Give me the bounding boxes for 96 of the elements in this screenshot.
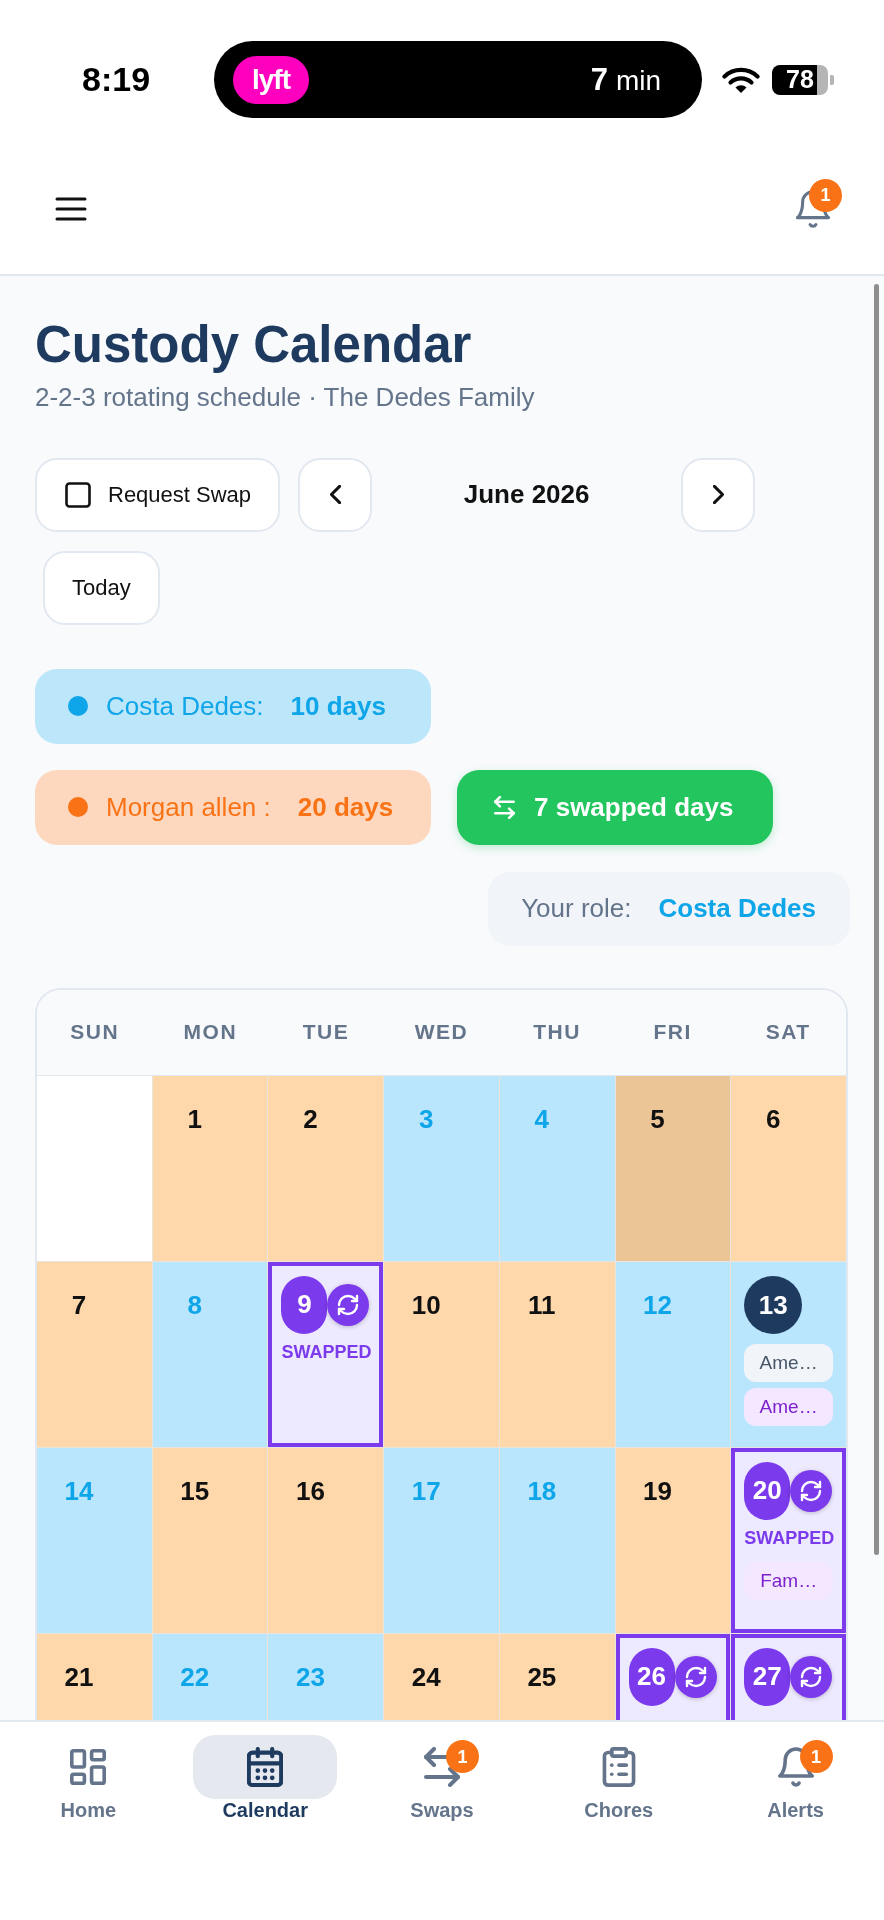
day-cell[interactable]: 2 [268, 1075, 384, 1261]
swapped-label: SWAPPED [281, 1340, 372, 1363]
day-cell[interactable]: 15 [152, 1447, 268, 1633]
day-number: 6 [766, 1105, 781, 1132]
day-number: 17 [411, 1477, 441, 1504]
day-cell[interactable]: 1 [152, 1075, 268, 1261]
day-cell[interactable]: 11 [499, 1261, 615, 1447]
app-logo: lyft [233, 55, 309, 104]
day-number: 13 [744, 1275, 803, 1334]
day-number: 11 [528, 1291, 556, 1318]
refresh-icon [790, 1655, 833, 1698]
day-number: 2 [303, 1105, 318, 1132]
day-number: 3 [418, 1105, 434, 1132]
day-number: 1 [187, 1105, 202, 1132]
chevron-left-icon [329, 485, 341, 505]
day-cell[interactable]: 26 [615, 1633, 731, 1720]
refresh-icon [327, 1283, 370, 1326]
day-cell[interactable]: 25 [499, 1633, 615, 1720]
battery-percentage: 78 [786, 67, 814, 92]
checkbox-icon[interactable] [65, 481, 91, 508]
day-cell[interactable]: 6 [731, 1075, 846, 1261]
refresh-icon [674, 1655, 717, 1698]
eta-value: 7 [590, 61, 608, 98]
today-button[interactable]: Today [43, 550, 160, 625]
chevron-right-icon [712, 485, 724, 505]
notification-badge: 1 [446, 1740, 479, 1773]
weekday-label: FRI [653, 1020, 692, 1045]
day-number: 23 [295, 1663, 325, 1690]
menu-icon[interactable] [55, 196, 87, 222]
day-cell[interactable]: 9 SWAPPED [268, 1261, 384, 1447]
weekday-label: SAT [765, 1020, 811, 1045]
nav-tab[interactable]: Calendar [193, 1735, 338, 1821]
day-cell[interactable]: 13 Ame… Ame… [731, 1261, 846, 1447]
day-number: 19 [643, 1477, 672, 1504]
nav-tab[interactable]: 1 Alerts [723, 1735, 868, 1821]
event-chip[interactable]: Fam… [744, 1561, 833, 1600]
request-swap-button[interactable]: Request Swap [35, 457, 281, 532]
weekday-label: SUN [70, 1020, 120, 1045]
page-title: Custody Calendar [35, 316, 473, 375]
day-number: 4 [534, 1105, 550, 1132]
day-number: 7 [71, 1291, 87, 1318]
nav-tab[interactable]: Chores [546, 1735, 691, 1821]
day-count: 10 days [290, 690, 386, 722]
notification-badge: 1 [799, 1740, 833, 1773]
day-count: 20 days [297, 791, 394, 823]
day-number: 5 [650, 1105, 665, 1132]
day-number: 21 [64, 1663, 94, 1690]
day-cell[interactable]: 19 [615, 1447, 731, 1633]
day-number: 15 [180, 1477, 210, 1504]
wifi-icon [722, 65, 760, 94]
day-number: 24 [411, 1663, 441, 1690]
grid-icon [70, 1747, 107, 1787]
day-cell[interactable] [37, 1075, 152, 1261]
parent-name: Costa Dedes: [106, 690, 264, 722]
swap-arrows-icon [494, 795, 515, 819]
status-time: 8:19 [82, 60, 151, 98]
day-number: 26 [628, 1647, 675, 1706]
swapped-label: SWAPPED [744, 1526, 835, 1549]
role-value: Costa Dedes [658, 893, 816, 925]
day-number: 12 [643, 1291, 672, 1318]
day-cell[interactable]: 5 [615, 1075, 731, 1261]
nav-tab[interactable]: 1 Swaps [370, 1735, 514, 1821]
notification-badge: 1 [809, 179, 842, 212]
day-number: 20 [744, 1461, 791, 1520]
day-number: 10 [411, 1291, 441, 1318]
day-number: 27 [744, 1647, 791, 1706]
role-label: Your role: [521, 893, 632, 925]
weekday-label: MON [183, 1020, 238, 1045]
day-cell[interactable]: 27 [731, 1633, 846, 1720]
day-cell[interactable]: 21 [37, 1633, 152, 1720]
page-subtitle: 2-2-3 rotating schedule · The Dedes Family [35, 381, 536, 412]
event-chip[interactable]: Ame… [744, 1343, 833, 1382]
arrows-left-right-icon [424, 1747, 460, 1787]
weekday-label: THU [533, 1020, 581, 1045]
clipboard-list-icon [600, 1747, 637, 1787]
day-cell[interactable]: 16 [268, 1447, 384, 1633]
weekday-label: WED [414, 1020, 469, 1045]
day-number: 16 [295, 1477, 325, 1504]
event-chip[interactable]: Ame… [744, 1387, 833, 1426]
eta-unit: min [615, 64, 661, 97]
weekday-label: TUE [302, 1020, 350, 1045]
day-cell[interactable]: 24 [384, 1633, 499, 1720]
day-number: 18 [527, 1477, 557, 1504]
refresh-icon [790, 1469, 833, 1512]
nav-tab[interactable]: Home [16, 1735, 161, 1821]
month-label: June 2026 [463, 479, 590, 511]
day-number: 25 [527, 1663, 557, 1690]
parent-name: Morgan allen : [106, 791, 271, 823]
day-number: 14 [64, 1477, 94, 1504]
calendar-icon [247, 1747, 284, 1787]
day-cell[interactable]: 20 SWAPPED Fam… [731, 1447, 846, 1633]
day-cell[interactable]: 7 [37, 1261, 152, 1447]
day-number: 9 [281, 1275, 328, 1334]
day-number: 8 [187, 1291, 202, 1318]
day-number: 22 [180, 1663, 210, 1690]
day-cell[interactable]: 10 [384, 1261, 499, 1447]
